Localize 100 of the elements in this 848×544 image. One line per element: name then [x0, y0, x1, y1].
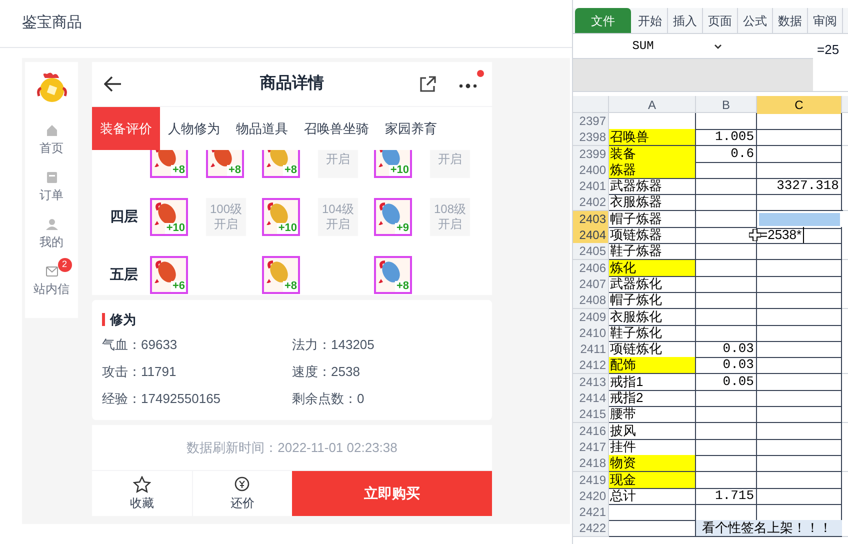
- sidebar-item[interactable]: 订单: [40, 186, 64, 204]
- table-cell: 戒指2: [609, 390, 696, 408]
- logo-icon: [34, 70, 68, 104]
- table-cell: 召唤兽: [609, 129, 696, 146]
- envelope-icon[interactable]: [46, 265, 58, 278]
- ribbon-tab[interactable]: 公式: [738, 8, 773, 33]
- tab[interactable]: 召唤兽坐骑: [296, 107, 377, 150]
- enhance-level: +8: [227, 165, 242, 176]
- ribbon-tab[interactable]: 开始: [633, 8, 668, 33]
- layer-label: 五层: [110, 266, 138, 282]
- table-cell: 配饰: [609, 357, 696, 374]
- dropdown-icon[interactable]: [713, 42, 723, 50]
- unread-badge: 2: [58, 258, 72, 272]
- enhance-level: +10: [277, 223, 298, 234]
- table-cell: 帽子炼器: [609, 210, 696, 228]
- equipment-item[interactable]: +10: [150, 198, 188, 236]
- table-cell: [696, 260, 757, 277]
- row-number[interactable]: 2405: [573, 243, 609, 260]
- name-box[interactable]: SUM: [573, 37, 713, 55]
- caption-text: 看个性签名上架！！！: [696, 520, 842, 538]
- table-cell: [696, 455, 757, 472]
- row-number[interactable]: 2403: [573, 210, 609, 228]
- table-cell: 0.6: [696, 146, 757, 163]
- enhance-level: +8: [395, 281, 410, 292]
- equipment-item[interactable]: +10: [374, 150, 412, 178]
- sidebar-item[interactable]: 首页: [40, 139, 64, 157]
- row-number[interactable]: 2417: [573, 438, 609, 456]
- row-number[interactable]: 2422: [573, 520, 609, 538]
- tab[interactable]: 装备评价: [92, 107, 160, 150]
- equipment-item[interactable]: +8: [262, 256, 300, 294]
- equipment-item[interactable]: +8: [150, 150, 188, 178]
- row-number[interactable]: 2409: [573, 308, 609, 326]
- tab[interactable]: 物品道具: [228, 107, 296, 150]
- slot-unlock-level: 开启: [430, 150, 470, 178]
- row-number[interactable]: 2418: [573, 455, 609, 472]
- equipment-item[interactable]: +8: [262, 150, 300, 178]
- equipment-item[interactable]: +8: [206, 150, 244, 178]
- ribbon-tab[interactable]: 页面: [703, 8, 738, 33]
- sidebar-item[interactable]: 我的: [40, 233, 64, 251]
- equipment-item[interactable]: +8: [374, 256, 412, 294]
- row-number[interactable]: 2398: [573, 129, 609, 146]
- row-number[interactable]: 2401: [573, 178, 609, 196]
- refresh-time: 数据刷新时间：2022-11-01 02:23:38: [186, 438, 398, 457]
- table-cell: 炼化: [609, 260, 696, 277]
- equipment-item[interactable]: +10: [262, 198, 300, 236]
- table-cell: [696, 276, 757, 293]
- table-cell: 1.715: [696, 488, 757, 505]
- table-cell: 总计: [609, 488, 696, 505]
- tab[interactable]: 人物修为: [160, 107, 228, 150]
- table-cell: 项链炼器: [609, 227, 696, 244]
- ribbon-tab[interactable]: 审阅: [808, 8, 843, 33]
- row-number[interactable]: 2399: [573, 146, 609, 163]
- row-number[interactable]: 2421: [573, 504, 609, 522]
- table-cell: [696, 390, 757, 408]
- row-number[interactable]: 2410: [573, 324, 609, 342]
- row-number[interactable]: 2406: [573, 260, 609, 277]
- table-cell: 装备: [609, 146, 696, 163]
- active-cell[interactable]: =2538*: [757, 227, 842, 244]
- row-number[interactable]: 2415: [573, 406, 609, 424]
- selected-cell[interactable]: [757, 210, 842, 228]
- table-cell: [696, 162, 757, 179]
- row-number[interactable]: 2419: [573, 472, 609, 489]
- back-icon[interactable]: [104, 76, 122, 92]
- ribbon-tab[interactable]: 文件: [575, 8, 631, 33]
- row-number[interactable]: 2402: [573, 194, 609, 212]
- row-number[interactable]: 2416: [573, 422, 609, 440]
- ribbon-tab[interactable]: 数据: [773, 8, 808, 33]
- table-cell: [696, 406, 757, 424]
- enhance-level: +8: [283, 165, 298, 176]
- table-cell: 帽子炼化: [609, 292, 696, 310]
- row-number[interactable]: 2404: [573, 227, 609, 244]
- table-cell: 衣服炼化: [609, 308, 696, 326]
- formula-field[interactable]: =25: [817, 42, 840, 57]
- row-number[interactable]: 2400: [573, 162, 609, 179]
- row-number[interactable]: 2411: [573, 341, 609, 358]
- tab[interactable]: 家园养育: [377, 107, 445, 150]
- column-header[interactable]: C: [757, 96, 842, 114]
- sidebar-item[interactable]: 站内信: [34, 280, 70, 298]
- cell-text: =2538*: [760, 227, 804, 244]
- stat-text: 经验：17492550165: [102, 390, 222, 408]
- table-cell: 衣服炼器: [609, 194, 696, 212]
- equipment-item[interactable]: +9: [374, 198, 412, 236]
- row-number[interactable]: 2413: [573, 374, 609, 391]
- table-cell: 武器炼器: [609, 178, 696, 196]
- row-number[interactable]: 2412: [573, 357, 609, 374]
- row-number[interactable]: 2414: [573, 390, 609, 408]
- row-number[interactable]: 2408: [573, 292, 609, 310]
- enhance-level: +8: [283, 281, 298, 292]
- row-number[interactable]: 2407: [573, 276, 609, 293]
- stat-text: 法力：143205: [292, 336, 376, 354]
- buy-now-button[interactable]: 立即购买: [292, 471, 492, 516]
- ribbon-tab[interactable]: 插入: [668, 8, 703, 33]
- table-cell: [696, 324, 757, 342]
- star-icon: [133, 476, 151, 492]
- row-number[interactable]: 2397: [573, 113, 609, 130]
- row-number[interactable]: 2420: [573, 488, 609, 505]
- equipment-item[interactable]: +6: [150, 256, 188, 294]
- share-icon[interactable]: [419, 76, 436, 92]
- enhance-level: +10: [389, 165, 410, 176]
- table-cell: 现金: [609, 472, 696, 489]
